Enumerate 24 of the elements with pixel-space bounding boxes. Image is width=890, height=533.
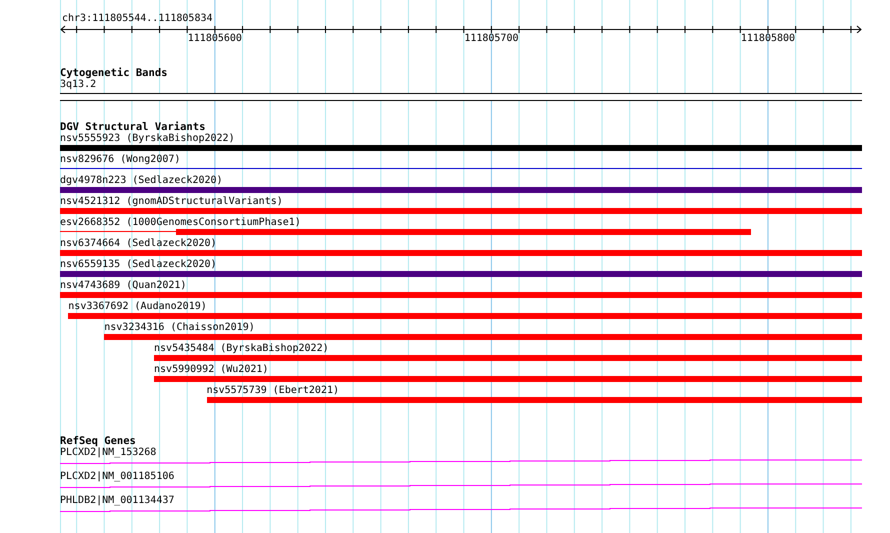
- band-label: 3q13.2: [60, 79, 98, 91]
- feature-label: dgv4978n223 (Sedlazeck2020): [60, 175, 224, 187]
- transcript-label: PLCXD2|NM_153268: [60, 447, 158, 459]
- tick-label: 111805700: [464, 33, 518, 45]
- feature-label: nsv5435484 (ByrskaBishop2022): [154, 343, 330, 355]
- tick-label: 111805800: [740, 33, 796, 45]
- feature-label: nsv6374664 (Sedlazeck2020): [60, 238, 218, 250]
- tick-label: 111805600: [188, 33, 242, 45]
- feature-label: nsv5575739 (Ebert2021): [206, 385, 340, 397]
- track-title: RefSeq Genes: [60, 435, 137, 447]
- feature-label: nsv4743689 (Quan2021): [60, 280, 188, 292]
- feature-label: nsv829676 (Wong2007): [60, 154, 182, 166]
- transcript-label: PHLDB2|NM_001134437: [60, 495, 176, 507]
- feature-label: nsv5555923 (ByrskaBishop2022): [60, 133, 236, 145]
- feature-label: nsv3234316 (Chaisson2019): [104, 322, 256, 334]
- location-label: chr3:111805544..111805834: [62, 13, 214, 25]
- track-title: DGV Structural Variants: [60, 121, 206, 133]
- feature-label: nsv3367692 (Audano2019): [68, 301, 208, 313]
- feature-label: nsv5990992 (Wu2021): [154, 364, 270, 376]
- feature-label: esv2668352 (1000GenomesConsortiumPhase1): [60, 217, 302, 229]
- transcript-label: PLCXD2|NM_001185106: [60, 471, 176, 483]
- feature-label: nsv6559135 (Sedlazeck2020): [60, 259, 218, 271]
- feature-label: nsv4521312 (gnomADStructuralVariants): [60, 196, 284, 208]
- track-title: Cytogenetic Bands: [60, 67, 168, 79]
